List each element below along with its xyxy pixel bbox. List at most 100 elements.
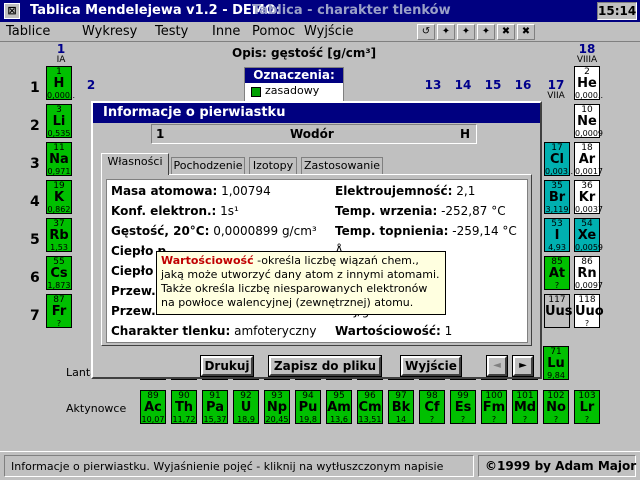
property-value: 1 <box>440 324 453 338</box>
element-value: 0,000.. <box>47 91 75 100</box>
left-property-2: Gęstość, 20°C: 0,0000899 g/cm³ <box>111 224 317 238</box>
element-Ar[interactable]: 18 Ar 0,0017 <box>574 142 603 176</box>
next-arrow-button[interactable]: ► <box>512 355 534 377</box>
tab-izotopy[interactable]: Izotopy <box>249 157 297 175</box>
element-Xe[interactable]: 54 Xe 0,0059 <box>574 218 603 252</box>
element-symbol: I <box>554 228 560 243</box>
element-symbol: Fr <box>51 304 67 319</box>
save-to-file-button[interactable]: Zapisz do pliku <box>268 355 382 377</box>
app-icon[interactable]: ⊠ <box>4 3 20 19</box>
element-I[interactable]: 53 I 4,93 <box>544 218 570 252</box>
tab-pochodzenie[interactable]: Pochodzenie <box>171 157 245 175</box>
menu-wykresy[interactable]: Wykresy <box>82 24 137 39</box>
actinide-element[interactable]: 90 Th 11,72 <box>171 390 197 424</box>
app-subtitle: Tablica - charakter tlenków <box>252 3 451 18</box>
property-value: 0,0000899 g/cm³ <box>209 224 317 238</box>
actinide-element[interactable]: 94 Pu 19,8 <box>295 390 321 424</box>
element-Cl[interactable]: 17 Cl 0,003.. <box>544 142 573 176</box>
element-Rb[interactable]: 37 Rb 1,53 <box>46 218 72 252</box>
element-Rn[interactable]: 86 Rn 0,0097 <box>574 256 603 290</box>
property-label[interactable]: Charakter tlenku: <box>111 324 230 338</box>
element-Cs[interactable]: 55 Cs 1,873 <box>46 256 72 290</box>
group-2: 2 <box>86 78 96 92</box>
element-name: Wodór <box>290 127 334 141</box>
element-symbol: Es <box>454 400 472 415</box>
element-H[interactable]: 1 H 0,000.. <box>46 66 75 100</box>
actinide-element[interactable]: 93 Np 20,45 <box>264 390 290 424</box>
property-value: 1s¹ <box>216 204 239 218</box>
actinide-element[interactable]: 101 Md? <box>512 390 538 424</box>
property-label[interactable]: Elektroujemność: <box>335 184 452 198</box>
menu-tablice[interactable]: Tablice <box>6 24 50 39</box>
dialog-title: Informacje o pierwiastku <box>93 103 540 123</box>
menu-inne[interactable]: Inne <box>212 24 240 39</box>
element-symbol: U <box>240 400 252 415</box>
property-label[interactable]: Konf. elektron.: <box>111 204 216 218</box>
menu-bar: Tablice Wykresy Testy Inne Pomoc Wyjście <box>0 22 640 42</box>
property-label[interactable]: Wartościowość: <box>335 324 441 338</box>
property-label[interactable]: Gęstość, 20°C: <box>111 224 209 238</box>
exit-button[interactable]: Wyjście <box>400 355 462 377</box>
property-label[interactable]: Temp. wrzenia: <box>335 204 437 218</box>
actinide-element[interactable]: 91 Pa 15,37 <box>202 390 228 424</box>
menu-pomoc[interactable]: Pomoc <box>252 24 295 39</box>
actinide-element[interactable]: 96 Cm 13,51 <box>357 390 383 424</box>
menu-testy[interactable]: Testy <box>155 24 188 39</box>
toolbar-refresh-button[interactable]: ↺ <box>417 24 435 40</box>
element-Li[interactable]: 3 Li 0,535 <box>46 104 72 138</box>
element-value: 19,8 <box>299 415 317 424</box>
toolbar-button-2[interactable]: ✦ <box>437 24 455 40</box>
period-6: 6 <box>30 270 40 286</box>
element-value: ? <box>460 415 466 424</box>
element-value: 0,862 <box>47 205 71 214</box>
element-K[interactable]: 19 K 0,862 <box>46 180 72 214</box>
element-value: 0,000.. <box>575 91 603 100</box>
element-value: 4,93 <box>548 243 566 252</box>
element-symbol: Xe <box>577 228 597 243</box>
actinide-element[interactable]: 89 Ac 10,07 <box>140 390 166 424</box>
left-property-0: Masa atomowa: 1,00794 <box>111 184 271 198</box>
element-He[interactable]: 2 He 0,000.. <box>574 66 603 100</box>
element-Uuo[interactable]: 118 Uuo? <box>574 294 604 328</box>
actinide-element[interactable]: 97 Bk 14 <box>388 390 414 424</box>
actinide-element[interactable]: 102 No? <box>543 390 569 424</box>
print-button[interactable]: Drukuj <box>200 355 254 377</box>
element-value: 20,45 <box>265 415 289 424</box>
actinide-element[interactable]: 98 Cf? <box>419 390 445 424</box>
group-1: 1 IA <box>56 42 66 65</box>
toolbar-button-4[interactable]: ✦ <box>477 24 495 40</box>
element-value: 0,0097 <box>575 281 603 290</box>
element-value: 0,0059 <box>575 243 603 252</box>
legend-label: zasadowy <box>265 84 320 97</box>
tab-wlasnosci[interactable]: Własności <box>101 153 169 175</box>
property-label[interactable]: Temp. topnienia: <box>335 224 448 238</box>
element-At[interactable]: 85 At? <box>544 256 570 290</box>
toolbar-button-3[interactable]: ✦ <box>457 24 475 40</box>
lanthanide-element[interactable]: 71 Lu 9,84 <box>543 346 569 380</box>
actinide-element[interactable]: 95 Am 13,6 <box>326 390 352 424</box>
element-Na[interactable]: 11 Na 0,971 <box>46 142 72 176</box>
actinide-element[interactable]: 92 U 18,9 <box>233 390 259 424</box>
element-Fr[interactable]: 87 Fr? <box>46 294 72 328</box>
actinide-element[interactable]: 100 Fm? <box>481 390 507 424</box>
menu-wyjscie[interactable]: Wyjście <box>304 24 353 39</box>
element-Ne[interactable]: 10 Ne 0,0009 <box>574 104 603 138</box>
element-Br[interactable]: 35 Br 3,119 <box>544 180 570 214</box>
element-value: 10,07 <box>141 415 165 424</box>
toolbar-button-5[interactable]: ✖ <box>497 24 515 40</box>
element-value: 0,971 <box>47 167 71 176</box>
element-symbol: Ar <box>578 152 596 167</box>
property-label[interactable]: Masa atomowa: <box>111 184 217 198</box>
toolbar-button-6[interactable]: ✖ <box>517 24 535 40</box>
actinide-element[interactable]: 99 Es? <box>450 390 476 424</box>
previous-arrow-button[interactable]: ◄ <box>486 355 508 377</box>
actinide-element[interactable]: 103 Lr? <box>574 390 600 424</box>
element-Kr[interactable]: 36 Kr 0,0037 <box>574 180 603 214</box>
element-symbol: Pu <box>298 400 318 415</box>
element-value: 11,72 <box>172 415 196 424</box>
status-help-text: Informacje o pierwiastku. Wyjaśnienie po… <box>4 455 474 477</box>
element-value: 3,119 <box>545 205 569 214</box>
element-value: ? <box>429 415 435 424</box>
tab-zastosowanie[interactable]: Zastosowanie <box>301 157 383 175</box>
element-Uus[interactable]: 117 Uus <box>544 294 573 328</box>
